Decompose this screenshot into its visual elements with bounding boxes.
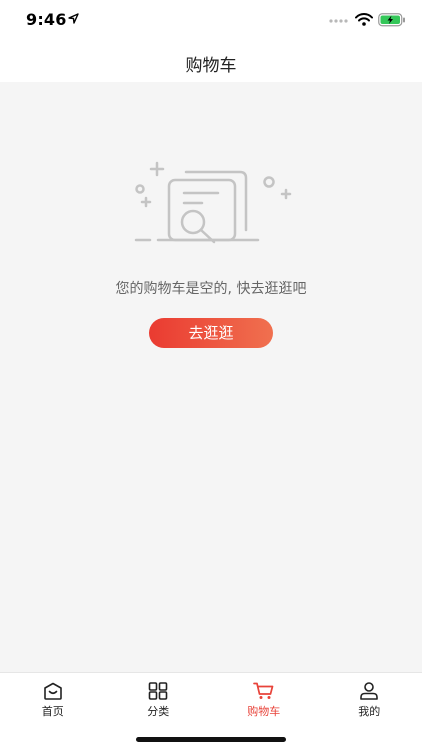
grid-icon [148, 682, 168, 700]
tab-home-label: 首页 [41, 705, 64, 718]
status-time: 9:46 [26, 10, 67, 29]
nav-bar: 购物车 [0, 40, 422, 82]
tab-cart[interactable]: 购物车 [211, 673, 317, 719]
empty-cart-message: 您的购物车是空的, 快去逛逛吧 [115, 281, 307, 297]
tab-category-label: 分类 [147, 705, 170, 718]
empty-cart-illustration-icon [134, 161, 292, 244]
cart-content: 您的购物车是空的, 快去逛逛吧 去逛逛 [0, 82, 422, 672]
tab-home[interactable]: 首页 [0, 673, 106, 719]
cart-icon [252, 682, 274, 699]
user-icon [360, 682, 379, 700]
cellular-signal-icon [329, 19, 348, 23]
battery-charging-icon [378, 13, 405, 27]
screen: 9:46 购物车 您的购物车是空的, 快去逛逛吧 去逛逛 首页 分类 购物车 我… [0, 0, 422, 750]
home-icon [43, 682, 62, 700]
tab-mine[interactable]: 我的 [317, 673, 422, 719]
home-indicator [136, 737, 286, 742]
tab-mine-label: 我的 [358, 705, 381, 718]
go-shopping-button[interactable]: 去逛逛 [149, 318, 273, 348]
location-arrow-icon [68, 13, 79, 24]
status-bar: 9:46 [0, 0, 422, 40]
tab-cart-label: 购物车 [247, 705, 281, 718]
page-title: 购物车 [185, 56, 237, 76]
wifi-icon [355, 13, 373, 26]
tab-category[interactable]: 分类 [106, 673, 212, 719]
